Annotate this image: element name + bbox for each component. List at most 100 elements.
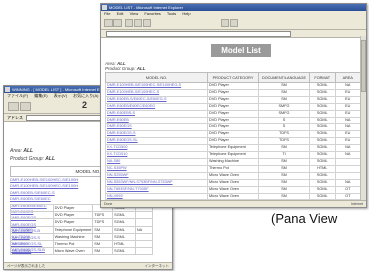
cell-model[interactable]: NN-T693SF/NN-T793SF [105, 185, 208, 194]
cell-doc: SM [258, 164, 310, 173]
front-refresh-button[interactable] [134, 19, 142, 27]
front-menu-tools[interactable]: Tools [167, 11, 176, 16]
cell-area: EU [334, 109, 361, 118]
cell-model[interactable]: KX-TCD500 [10, 225, 54, 234]
cell-model[interactable]: KX-TD208 [10, 232, 54, 241]
back-menu-edit[interactable]: 編集(E) [34, 93, 47, 98]
table-row: NN-S553WF/NN-S753BF/NN-S753WF Micro Wave … [105, 178, 361, 187]
front-mail-button[interactable] [230, 19, 238, 27]
front-scrollbar[interactable] [360, 36, 366, 200]
cell-model[interactable]: NN-E255W [10, 247, 54, 256]
cell-model[interactable] [10, 211, 54, 220]
front-menu-favorites[interactable]: Favorites [144, 11, 160, 16]
col-header-category[interactable]: PRODUCT CATEGORY [207, 72, 259, 83]
cell-model[interactable]: DMR-E60EGS-S [105, 130, 208, 139]
cell-category: Micro Wave Oven [207, 185, 259, 194]
back-menu-favorites[interactable]: お気に入り(A) [73, 93, 98, 98]
front-menu-view[interactable]: View [130, 11, 139, 16]
cell-area [134, 239, 153, 249]
front-menu-edit[interactable]: Edit [117, 11, 124, 16]
back-menu-view[interactable]: 表示(V) [54, 93, 67, 98]
table-row: KX-TCD500 Telephone Equipment SM SGML NA [105, 144, 361, 153]
front-page-content: Model List Area: ALL Product Group: ALL … [101, 38, 366, 200]
col-header-area[interactable]: AREA [334, 72, 361, 83]
cell-model[interactable]: DMR-E100HEB-S/E100HEC-S/E100HEG-S [105, 82, 208, 90]
back-forward-button[interactable] [20, 102, 31, 111]
cell-format: SGML [309, 137, 336, 146]
cell-model[interactable] [10, 203, 54, 213]
cell-model[interactable] [10, 218, 54, 227]
cell-category: Telephone Equipment [207, 144, 259, 153]
cell-model[interactable]: KX-TCD510 [105, 151, 208, 159]
cell-format: SGML [309, 88, 336, 97]
cell-format: SGML [309, 116, 336, 125]
front-browser-window: MODEL LIST - Microsoft Internet Explorer… [100, 3, 367, 208]
cell-model[interactable]: DMR-E60EBS-S [105, 109, 208, 118]
front-home-button[interactable] [143, 19, 151, 27]
back-back-button[interactable] [8, 102, 19, 111]
cell-doc: S [258, 123, 310, 132]
cell-doc: SM [258, 144, 310, 153]
cell-format: SGML [309, 95, 336, 104]
front-menu-file[interactable]: File [104, 11, 110, 16]
cell-format: HTML [309, 164, 336, 173]
cell-model[interactable]: DMR-E60EB [105, 116, 208, 125]
table-row: DMR-E100HEB-S/E100HEC-S DVD Player SM SGML E… [105, 88, 361, 97]
front-address-field[interactable] [106, 30, 292, 37]
cell-area: NA [334, 82, 361, 90]
cell-format: SGML [309, 82, 336, 90]
cell-doc: TDFS [92, 218, 114, 227]
cell-model[interactable]: KX-TCD500 [105, 144, 208, 153]
cell-category: Thermo Pot [207, 164, 259, 173]
cell-format: SGML [309, 185, 336, 194]
col-header-document[interactable]: DOCUMENT/LANGUAGE [258, 72, 310, 83]
cell-area [334, 164, 361, 173]
table-header-row: MODEL NO. PRODUCT CATEGORY DOCUMENT/LANG… [105, 72, 361, 83]
cell-model[interactable]: NN-S255WF [105, 171, 208, 180]
cell-model[interactable]: NN-S553 [10, 239, 54, 249]
cell-model[interactable]: DMR-E60EB/E60EC/E60EG [105, 102, 208, 111]
cell-format: SGML [309, 151, 336, 159]
cell-doc: SM [258, 88, 310, 97]
cell-model[interactable]: DMR-E100HEB-S/E100HEC-S [105, 88, 208, 97]
front-scrollbar-thumb[interactable] [361, 40, 366, 92]
cell-category: Micro Wave Oven [207, 171, 259, 180]
cell-area: OT [334, 185, 361, 194]
front-menu-help[interactable]: Help [182, 11, 190, 16]
table-row: NN-V693 Micro Wave Oven SM SGML OT [105, 192, 361, 200]
front-forward-button[interactable] [113, 19, 122, 27]
front-address-bar [101, 30, 366, 38]
cell-model[interactable]: NC-S35PW [105, 164, 208, 173]
cell-model[interactable]: NN-V693 [105, 192, 208, 200]
front-status-zone: Internet [351, 202, 363, 206]
cell-area: NA [334, 144, 361, 153]
cell-category: DVD Player [207, 116, 259, 125]
back-menu-file[interactable]: ファイル(F) [7, 93, 28, 98]
cell-model[interactable]: NA-S80 [105, 157, 208, 166]
table-row: NN-S255WF Micro Wave Oven SM SGML [105, 171, 361, 180]
cell-doc: TDFS [258, 130, 310, 139]
cell-format: SGML [112, 211, 136, 220]
cell-model[interactable]: DMR-E60EB-S/E60EC-S/E60EG-S [105, 95, 208, 104]
cell-doc: SM [258, 95, 310, 104]
cell-category: DVD Player [207, 123, 259, 132]
back-model-table: DVD Player SGML DVD Player TDFS SGML DVD Play… [10, 203, 153, 256]
model-list-table: MODEL NO. PRODUCT CATEGORY DOCUMENT/LANG… [105, 72, 361, 200]
cell-area: EU [334, 95, 361, 104]
front-stop-button[interactable] [125, 19, 133, 27]
front-print-button[interactable] [221, 19, 229, 27]
cell-model[interactable]: DMR-E60EGS [105, 123, 208, 132]
cell-category: Washing Machine [52, 232, 94, 241]
cell-model[interactable]: DMR-E60EGS-SL [105, 137, 208, 146]
cell-area [334, 157, 361, 166]
back-toolbar-mark-2[interactable]: 2 [82, 100, 87, 110]
col-header-model[interactable]: MODEL NO. [105, 72, 208, 83]
cell-model[interactable]: NN-S553WF/NN-S753BF/NN-S753WF [105, 178, 208, 187]
table-row: DMR-E60EGS-SL DVD Player TDFS SGML EU [105, 137, 361, 146]
col-header-format[interactable]: FORMAT [309, 72, 336, 83]
front-title-bar: MODEL LIST - Microsoft Internet Explorer [101, 4, 366, 11]
front-back-button[interactable] [104, 19, 113, 27]
cell-area: OT [334, 192, 361, 200]
cell-doc: SM [258, 157, 310, 166]
table-row: NC-S35PW Thermo Pot SM HTML [105, 164, 361, 173]
